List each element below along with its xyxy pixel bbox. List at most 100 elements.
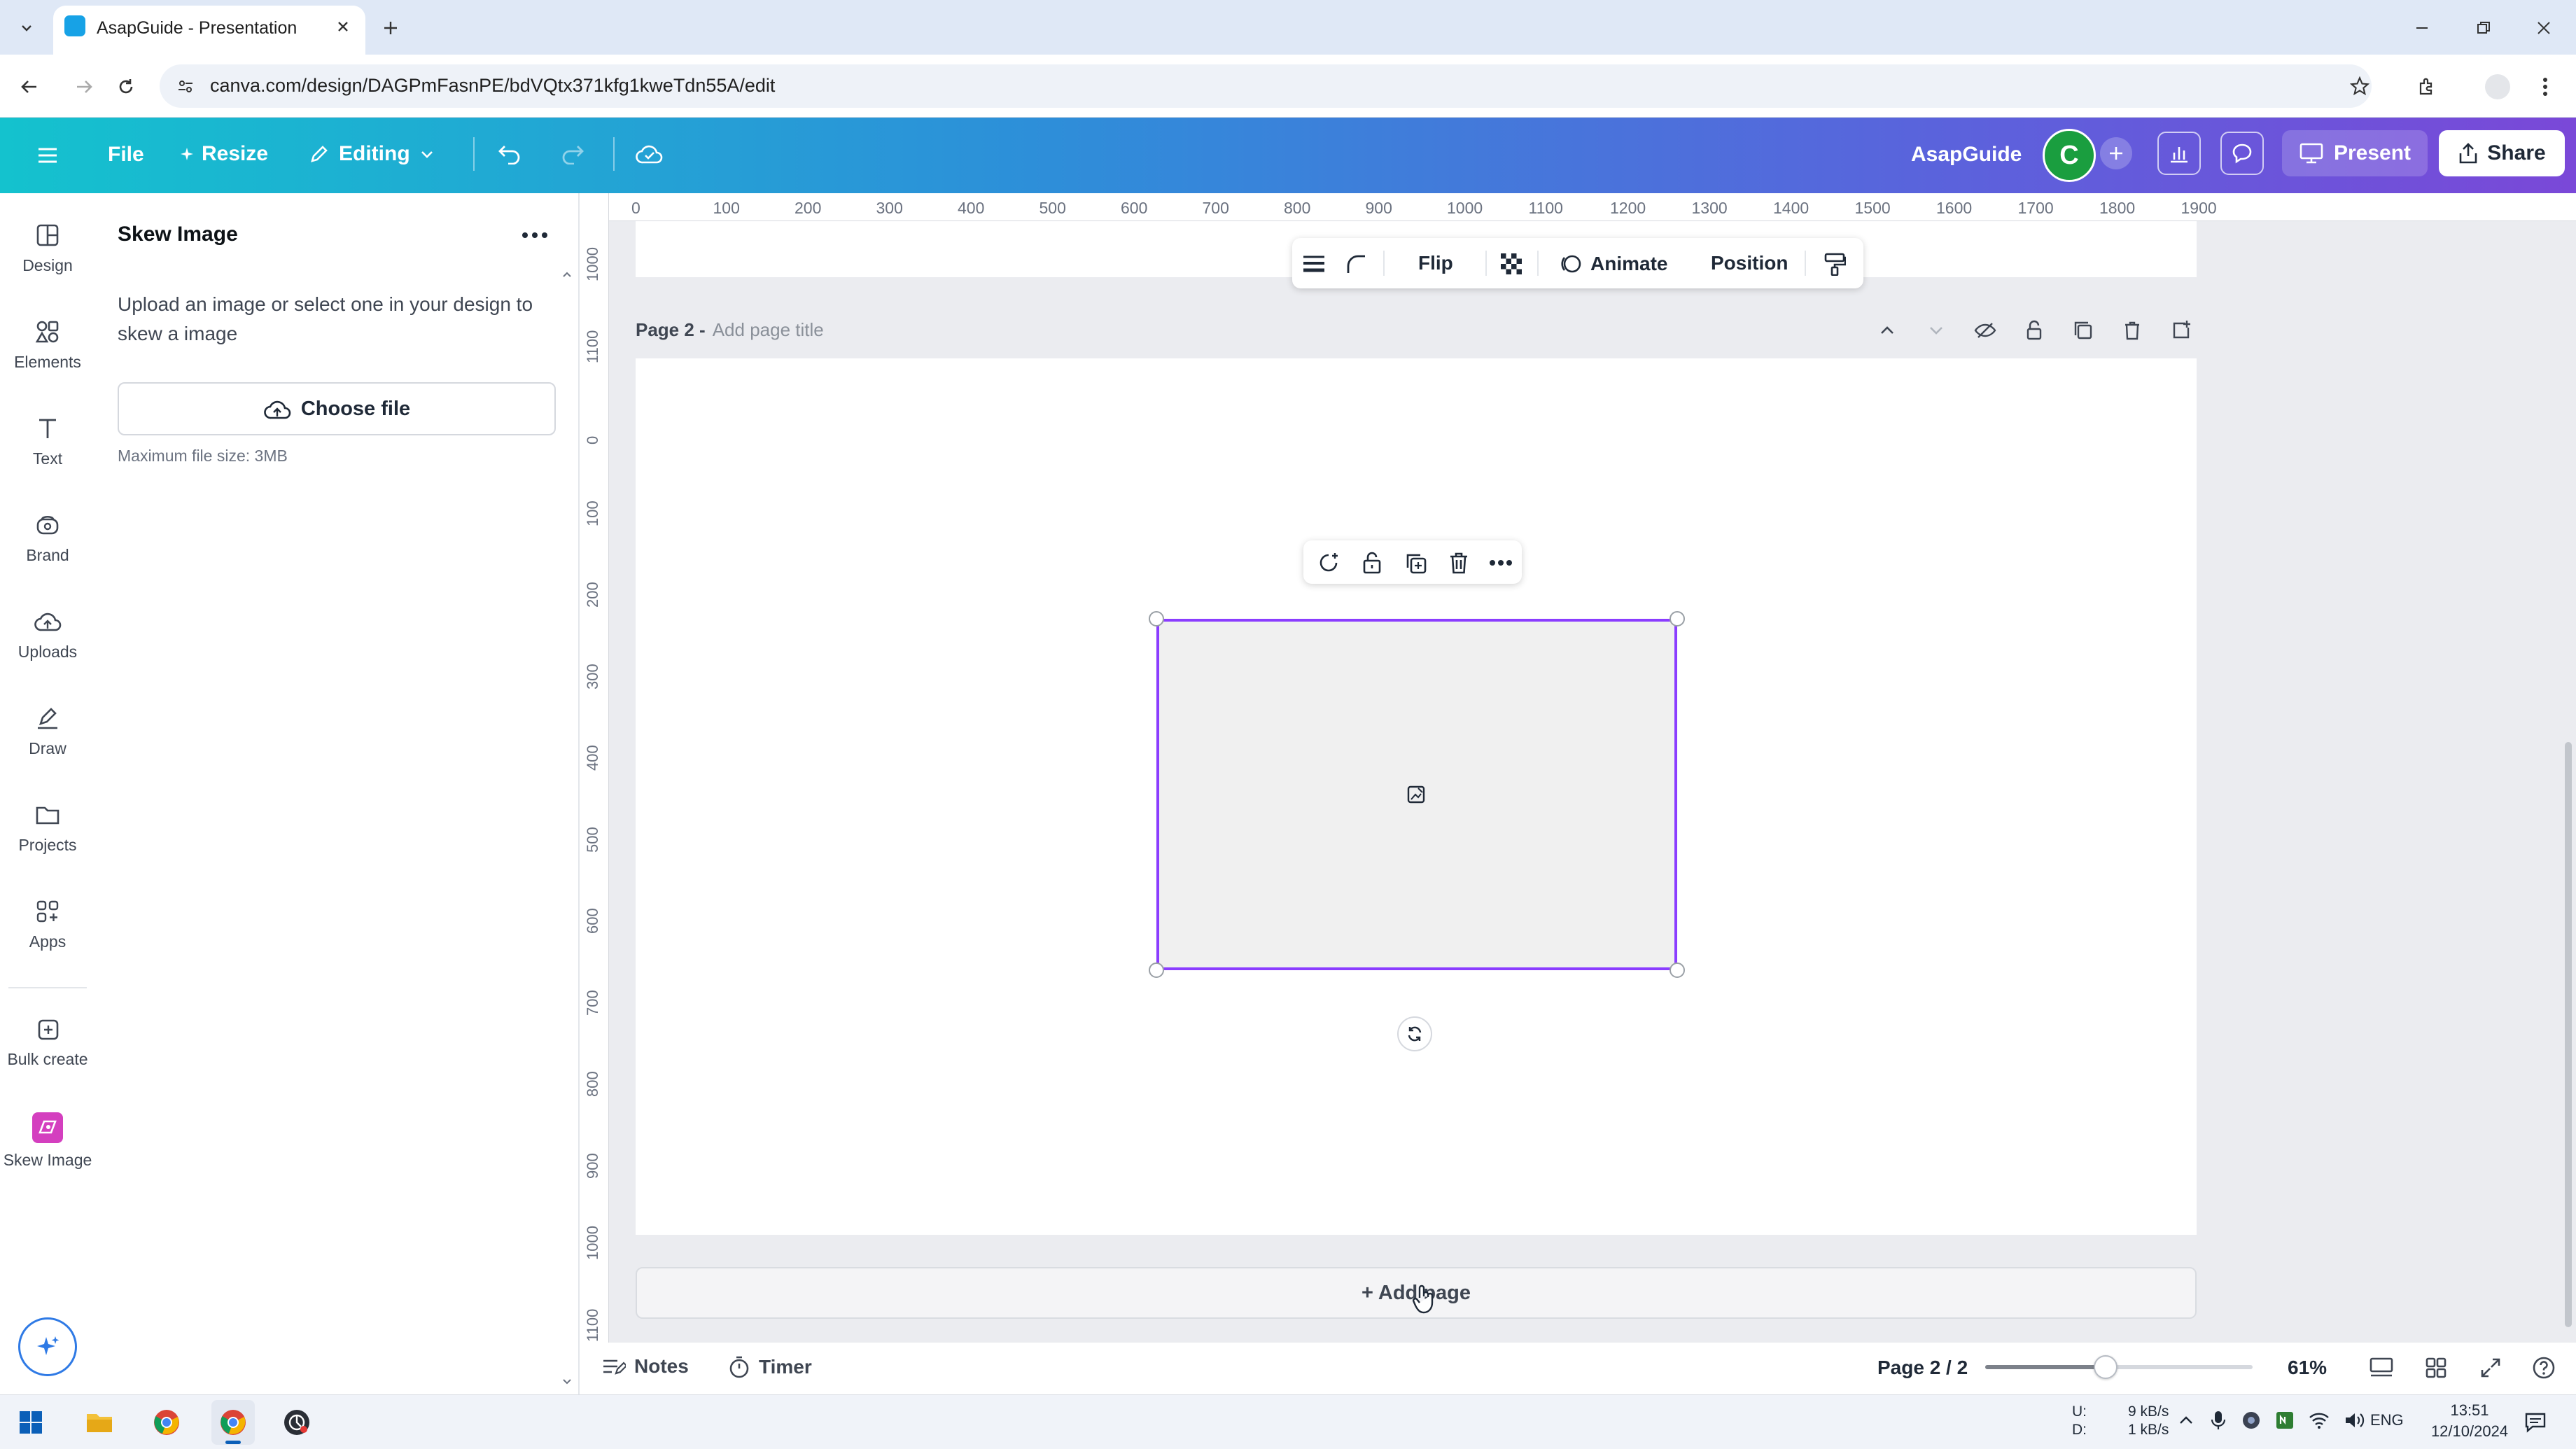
- panel-scroll-up-icon[interactable]: [561, 270, 573, 279]
- corner-rounding-icon[interactable]: [1340, 248, 1372, 280]
- resize-handle-top-left[interactable]: [1149, 611, 1164, 626]
- delete-page-icon[interactable]: [2118, 316, 2146, 344]
- more-options-icon[interactable]: [1487, 549, 1515, 577]
- flip-button[interactable]: Flip: [1418, 252, 1453, 274]
- image-frame-placeholder[interactable]: [1156, 619, 1677, 970]
- team-name[interactable]: AsapGuide: [1911, 143, 2022, 167]
- resize-handle-bottom-right[interactable]: [1670, 962, 1685, 978]
- rail-item-draw[interactable]: Draw: [0, 704, 95, 758]
- page-indicator[interactable]: Page 2 / 2: [1877, 1357, 1968, 1379]
- share-button[interactable]: Share: [2439, 130, 2565, 176]
- tray-chevron-up-icon[interactable]: [2177, 1411, 2195, 1429]
- browser-tab[interactable]: AsapGuide - Presentation: [53, 6, 365, 55]
- extensions-icon[interactable]: [2411, 70, 2444, 104]
- help-icon[interactable]: [2528, 1352, 2559, 1383]
- lock-page-icon[interactable]: [2020, 316, 2048, 344]
- duplicate-page-icon[interactable]: [2069, 316, 2097, 344]
- tab-close-icon[interactable]: [332, 15, 354, 38]
- redo-icon[interactable]: [556, 137, 589, 171]
- new-tab-icon[interactable]: [377, 14, 405, 42]
- screen-recorder-icon[interactable]: [279, 1406, 315, 1439]
- zoom-level[interactable]: 61%: [2288, 1357, 2327, 1379]
- ruler-tick-label: 200: [584, 582, 601, 608]
- page-title-input[interactable]: Add page title: [713, 319, 824, 341]
- omnibox[interactable]: canva.com/design/DAGPmFasnPE/bdVQtx371kf…: [160, 64, 2372, 108]
- editing-mode-button[interactable]: Editing: [308, 139, 435, 169]
- notes-button[interactable]: Notes: [601, 1355, 689, 1378]
- hamburger-menu-icon[interactable]: [31, 139, 64, 172]
- file-explorer-icon[interactable]: [81, 1406, 118, 1439]
- rail-item-apps[interactable]: Apps: [0, 897, 95, 951]
- forward-icon[interactable]: [69, 71, 99, 102]
- site-info-icon[interactable]: [174, 74, 197, 98]
- window-close-icon[interactable]: [2530, 14, 2558, 42]
- hide-page-icon[interactable]: [1971, 316, 1999, 344]
- rotate-handle-icon[interactable]: [1397, 1016, 1432, 1051]
- rail-item-elements[interactable]: Elements: [0, 318, 95, 372]
- choose-file-button[interactable]: Choose file: [118, 382, 556, 435]
- chrome-active-icon[interactable]: [211, 1400, 255, 1445]
- microphone-icon[interactable]: [2209, 1410, 2227, 1431]
- notifications-icon[interactable]: [2519, 1406, 2552, 1439]
- fullscreen-icon[interactable]: [2475, 1352, 2506, 1383]
- canvas-scrollbar[interactable]: [2565, 742, 2572, 1327]
- browser-menu-icon[interactable]: [2531, 70, 2559, 104]
- ai-edit-icon[interactable]: [1315, 549, 1343, 577]
- zoom-slider[interactable]: [1985, 1355, 2253, 1379]
- wifi-icon[interactable]: [2309, 1411, 2330, 1429]
- transparency-icon[interactable]: [1495, 248, 1527, 280]
- timer-button[interactable]: Timer: [728, 1355, 812, 1379]
- copy-style-icon[interactable]: [1819, 248, 1851, 280]
- ruler-tick-label: 1100: [584, 330, 601, 363]
- move-page-down-icon[interactable]: [1922, 316, 1950, 344]
- uploads-icon: [34, 612, 62, 631]
- cloud-saved-icon[interactable]: [633, 137, 666, 171]
- grid-view-icon[interactable]: [2421, 1352, 2451, 1383]
- app-tray-icon[interactable]: [2241, 1410, 2261, 1430]
- clock[interactable]: 13:51 12/10/2024: [2428, 1400, 2512, 1442]
- rail-item-design[interactable]: Design: [0, 221, 95, 275]
- resize-button[interactable]: Resize: [179, 139, 268, 169]
- page-view-icon[interactable]: [2366, 1352, 2397, 1383]
- magic-assistant-button[interactable]: [18, 1317, 77, 1376]
- input-language[interactable]: ENG: [2370, 1411, 2404, 1429]
- rail-item-bulk-create[interactable]: Bulk create: [0, 1015, 95, 1069]
- tab-search-chevron-icon[interactable]: [13, 14, 41, 42]
- delete-icon[interactable]: [1445, 549, 1473, 577]
- animate-button[interactable]: Animate: [1558, 248, 1667, 280]
- position-button[interactable]: Position: [1711, 252, 1788, 274]
- undo-icon[interactable]: [493, 137, 526, 171]
- panel-scroll-down-icon[interactable]: [561, 1378, 573, 1386]
- lock-icon[interactable]: [1358, 549, 1386, 577]
- border-style-icon[interactable]: [1298, 248, 1330, 280]
- present-button[interactable]: Present: [2282, 130, 2428, 176]
- chrome-icon[interactable]: [148, 1406, 185, 1439]
- duplicate-icon[interactable]: [1401, 549, 1429, 577]
- resize-handle-bottom-left[interactable]: [1149, 962, 1164, 978]
- windows-start-icon[interactable]: [14, 1406, 48, 1439]
- restore-icon[interactable]: [2470, 14, 2498, 42]
- add-page-after-icon[interactable]: [2167, 316, 2195, 344]
- bookmark-star-icon[interactable]: [2346, 73, 2373, 99]
- rail-label: Text: [32, 449, 63, 468]
- rail-item-brand[interactable]: Brand: [0, 511, 95, 565]
- rail-item-skew-image[interactable]: Skew Image: [0, 1112, 95, 1170]
- move-page-up-icon[interactable]: [1873, 316, 1901, 344]
- panel-more-icon[interactable]: [515, 221, 554, 249]
- rail-item-text[interactable]: Text: [0, 414, 95, 468]
- add-collaborator-icon[interactable]: [2100, 137, 2132, 169]
- profile-avatar[interactable]: [2485, 74, 2510, 99]
- back-icon[interactable]: [14, 71, 45, 102]
- reload-icon[interactable]: [111, 71, 141, 102]
- comments-button[interactable]: [2220, 132, 2264, 175]
- minimize-icon[interactable]: [2408, 14, 2436, 42]
- nvidia-tray-icon[interactable]: [2275, 1410, 2295, 1430]
- volume-icon[interactable]: [2344, 1411, 2365, 1429]
- resize-handle-top-right[interactable]: [1670, 611, 1685, 626]
- rail-item-uploads[interactable]: Uploads: [0, 608, 95, 662]
- insights-button[interactable]: [2157, 132, 2201, 175]
- zoom-slider-thumb[interactable]: [2093, 1355, 2118, 1379]
- user-avatar[interactable]: C: [2043, 129, 2096, 182]
- rail-item-projects[interactable]: Projects: [0, 801, 95, 855]
- file-menu[interactable]: File: [108, 143, 144, 167]
